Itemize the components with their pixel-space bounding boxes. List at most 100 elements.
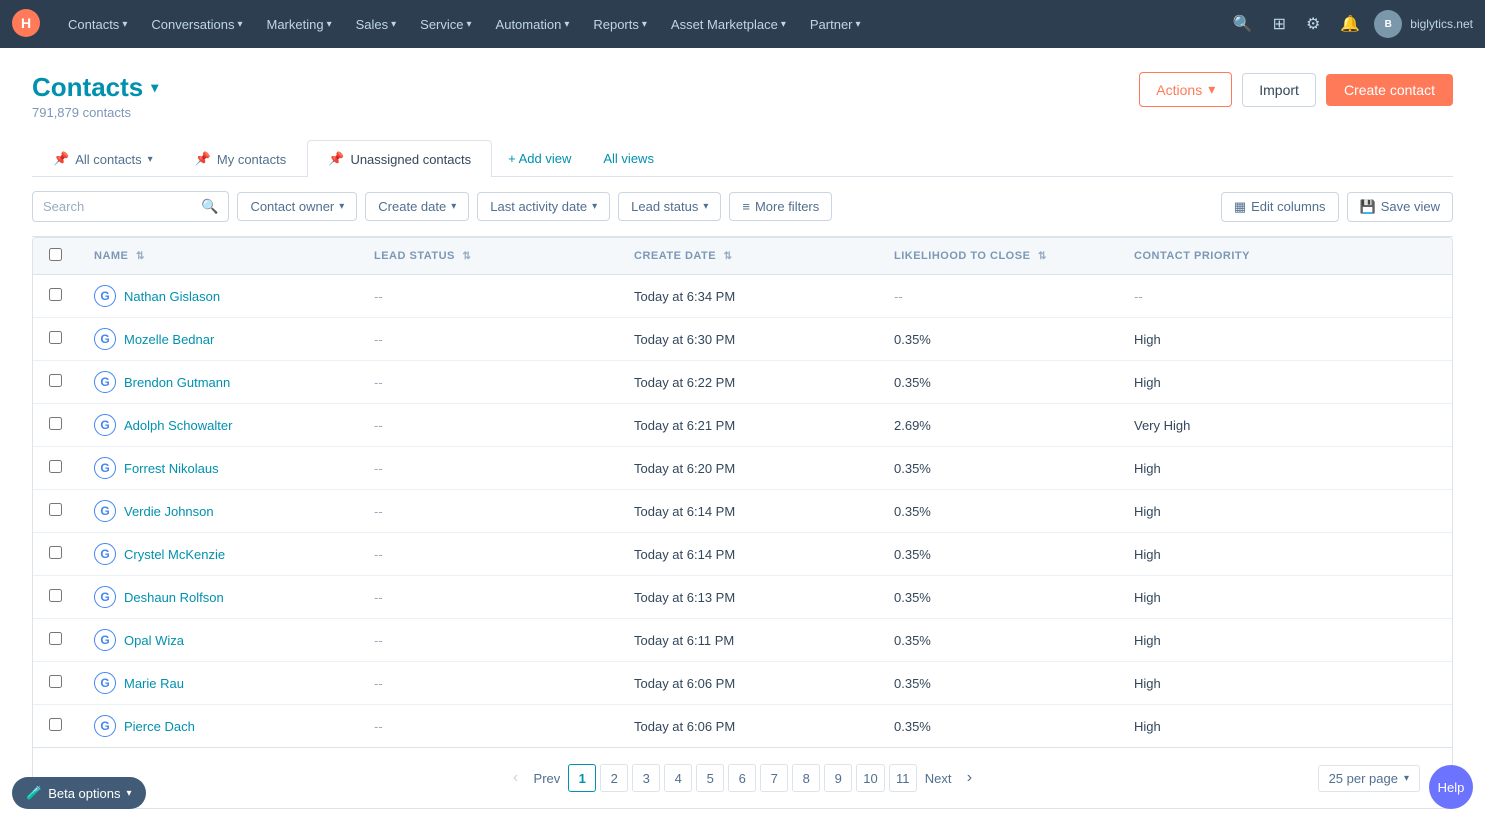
page-button-8[interactable]: 8 — [792, 764, 820, 792]
page-button-10[interactable]: 10 — [856, 764, 884, 792]
contact-name-link[interactable]: G Pierce Dach — [94, 715, 342, 737]
nav-marketing[interactable]: Marketing ▾ — [256, 11, 341, 38]
row-checkbox[interactable] — [49, 503, 62, 516]
search-box[interactable]: 🔍 — [32, 191, 229, 222]
nav-automation[interactable]: Automation ▾ — [486, 11, 580, 38]
page-title[interactable]: Contacts ▾ — [32, 72, 158, 103]
lead-status-value: -- — [374, 590, 383, 605]
row-checkbox[interactable] — [49, 718, 62, 731]
row-checkbox-cell[interactable] — [33, 705, 78, 748]
lead-status-value: -- — [374, 418, 383, 433]
row-checkbox-cell[interactable] — [33, 533, 78, 576]
tab-all-views[interactable]: All views — [587, 141, 670, 176]
page-button-9[interactable]: 9 — [824, 764, 852, 792]
likelihood-cell: 0.35% — [878, 361, 1118, 404]
page-button-2[interactable]: 2 — [600, 764, 628, 792]
tab-my-contacts[interactable]: 📌 My contacts — [174, 140, 308, 177]
import-button[interactable]: Import — [1242, 73, 1316, 107]
contact-name-link[interactable]: G Crystel McKenzie — [94, 543, 342, 565]
hubspot-logo[interactable]: H — [12, 9, 48, 40]
create-date-filter[interactable]: Create date ▾ — [365, 192, 469, 221]
columns-icon: ▦ — [1234, 199, 1246, 215]
row-checkbox-cell[interactable] — [33, 576, 78, 619]
row-checkbox[interactable] — [49, 460, 62, 473]
per-page-selector[interactable]: 25 per page ▾ — [1318, 765, 1420, 792]
contact-avatar: G — [94, 715, 116, 737]
row-checkbox[interactable] — [49, 632, 62, 645]
actions-button[interactable]: Actions ▾ — [1139, 72, 1232, 107]
row-checkbox-cell[interactable] — [33, 404, 78, 447]
row-checkbox[interactable] — [49, 331, 62, 344]
chevron-down-icon: ▾ — [467, 19, 472, 30]
col-likelihood[interactable]: LIKELIHOOD TO CLOSE ⇅ — [878, 238, 1118, 275]
user-avatar[interactable]: B — [1374, 10, 1402, 38]
col-create-date[interactable]: CREATE DATE ⇅ — [618, 238, 878, 275]
prev-page-button[interactable]: ‹ — [502, 764, 530, 792]
tab-all-contacts[interactable]: 📌 All contacts ▾ — [32, 140, 174, 177]
contact-name-link[interactable]: G Marie Rau — [94, 672, 342, 694]
row-checkbox[interactable] — [49, 546, 62, 559]
nav-asset-marketplace[interactable]: Asset Marketplace ▾ — [661, 11, 796, 38]
col-lead-status[interactable]: LEAD STATUS ⇅ — [358, 238, 618, 275]
nav-reports[interactable]: Reports ▾ — [583, 11, 657, 38]
row-checkbox-cell[interactable] — [33, 275, 78, 318]
row-checkbox[interactable] — [49, 374, 62, 387]
nav-service[interactable]: Service ▾ — [410, 11, 481, 38]
contact-avatar: G — [94, 328, 116, 350]
last-activity-date-filter[interactable]: Last activity date ▾ — [477, 192, 610, 221]
row-checkbox-cell[interactable] — [33, 662, 78, 705]
search-input[interactable] — [43, 199, 193, 214]
contact-name-link[interactable]: G Brendon Gutmann — [94, 371, 342, 393]
nav-sales[interactable]: Sales ▾ — [346, 11, 407, 38]
nav-conversations[interactable]: Conversations ▾ — [141, 11, 252, 38]
beta-options-button[interactable]: 🧪 Beta options ▾ — [12, 777, 146, 809]
tab-add-view[interactable]: + Add view — [492, 141, 587, 176]
nav-partner[interactable]: Partner ▾ — [800, 11, 871, 38]
contact-owner-filter[interactable]: Contact owner ▾ — [237, 192, 357, 221]
contact-name-link[interactable]: G Adolph Schowalter — [94, 414, 342, 436]
row-checkbox-cell[interactable] — [33, 447, 78, 490]
contact-name-link[interactable]: G Opal Wiza — [94, 629, 342, 651]
row-checkbox-cell[interactable] — [33, 318, 78, 361]
nav-contacts[interactable]: Contacts ▾ — [58, 11, 137, 38]
search-icon[interactable]: 🔍 — [1227, 8, 1259, 40]
contact-name-link[interactable]: G Deshaun Rolfson — [94, 586, 342, 608]
contact-name-link[interactable]: G Forrest Nikolaus — [94, 457, 342, 479]
chevron-down-icon: ▾ — [781, 19, 786, 30]
page-button-7[interactable]: 7 — [760, 764, 788, 792]
page-button-11[interactable]: 11 — [889, 764, 917, 792]
select-all-checkbox[interactable] — [49, 248, 62, 261]
lead-status-filter[interactable]: Lead status ▾ — [618, 192, 721, 221]
contact-name-link[interactable]: G Nathan Gislason — [94, 285, 342, 307]
page-button-5[interactable]: 5 — [696, 764, 724, 792]
next-page-button[interactable]: › — [955, 764, 983, 792]
row-checkbox-cell[interactable] — [33, 619, 78, 662]
row-checkbox-cell[interactable] — [33, 490, 78, 533]
settings-icon[interactable]: ⚙ — [1300, 8, 1326, 40]
help-button[interactable]: Help — [1429, 765, 1473, 809]
notifications-icon[interactable]: 🔔 — [1334, 8, 1366, 40]
page-button-3[interactable]: 3 — [632, 764, 660, 792]
page-button-4[interactable]: 4 — [664, 764, 692, 792]
row-checkbox-cell[interactable] — [33, 361, 78, 404]
row-checkbox[interactable] — [49, 589, 62, 602]
lead-status-value: -- — [374, 375, 383, 390]
row-checkbox[interactable] — [49, 288, 62, 301]
edit-columns-button[interactable]: ▦ Edit columns — [1221, 192, 1339, 222]
tab-unassigned-contacts[interactable]: 📌 Unassigned contacts — [307, 140, 492, 177]
priority-cell: High — [1118, 318, 1452, 361]
contact-name-link[interactable]: G Verdie Johnson — [94, 500, 342, 522]
row-checkbox[interactable] — [49, 675, 62, 688]
page-button-1[interactable]: 1 — [568, 764, 596, 792]
row-checkbox[interactable] — [49, 417, 62, 430]
page-header: Contacts ▾ 791,879 contacts Actions ▾ Im… — [32, 72, 1453, 120]
user-label[interactable]: biglytics.net — [1410, 17, 1473, 31]
select-all-checkbox-header[interactable] — [33, 238, 78, 275]
save-view-button[interactable]: 💾 Save view — [1347, 192, 1453, 222]
page-button-6[interactable]: 6 — [728, 764, 756, 792]
contact-name-link[interactable]: G Mozelle Bednar — [94, 328, 342, 350]
more-filters-button[interactable]: ≡ More filters — [729, 192, 832, 221]
apps-icon[interactable]: ⊞ — [1267, 8, 1292, 40]
col-name[interactable]: NAME ⇅ — [78, 238, 358, 275]
create-contact-button[interactable]: Create contact — [1326, 74, 1453, 106]
